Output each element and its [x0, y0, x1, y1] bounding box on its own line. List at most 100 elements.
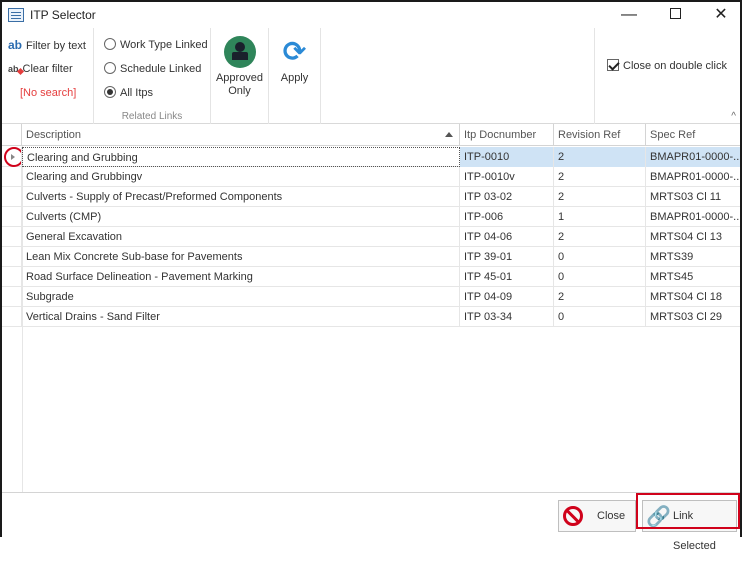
cell-description: Vertical Drains - Sand Filter — [22, 307, 460, 327]
table-row[interactable]: Vertical Drains - Sand Filter ITP 03-34 … — [2, 307, 740, 327]
cell-itp-docnumber: ITP-006 — [460, 207, 554, 227]
radio-work-type-linked[interactable]: Work Type Linked — [104, 35, 208, 55]
minimize-button[interactable]: — — [606, 2, 652, 28]
cell-revision-ref: 0 — [554, 267, 646, 287]
collapse-ribbon-icon[interactable]: ^ — [731, 111, 736, 122]
row-indicator — [2, 307, 22, 327]
highlight-box — [636, 493, 740, 529]
close-on-double-click-label: Close on double click — [623, 60, 727, 72]
row-indicator — [2, 247, 22, 267]
approved-only-label-line2: Only — [228, 85, 251, 97]
radio-button — [104, 62, 116, 75]
prohibited-icon — [563, 506, 583, 526]
cell-revision-ref: 2 — [554, 167, 646, 187]
cell-itp-docnumber: ITP 04-09 — [460, 287, 554, 307]
cell-spec-ref: MRTS04 Cl 13 — [650, 231, 722, 243]
clear-filter-icon: ab — [8, 64, 19, 74]
cell-itp-docnumber: ITP 03-02 — [460, 187, 554, 207]
grid-header: Description Itp Docnumber Revision Ref S… — [2, 124, 740, 146]
filter-group: ab Filter by text ab Clear filter [No sear… — [2, 28, 94, 124]
approved-only-label-line1: Approved — [215, 72, 264, 84]
table-row[interactable]: General Excavation ITP 04-06 2 MRTS04 Cl… — [2, 227, 740, 247]
cell-itp-docnumber: ITP 03-34 — [460, 307, 554, 327]
cell-spec-ref: BMAPR01-0000-... — [650, 211, 740, 223]
cell-itp-docnumber: ITP-0010 — [460, 147, 554, 167]
clear-filter-button[interactable]: ab Clear filter — [8, 59, 73, 79]
cell-itp-docnumber: ITP-0010v — [460, 167, 554, 187]
row-indicator — [2, 267, 22, 287]
dialog-footer: Close 🔗 Link Selected — [2, 492, 740, 552]
cell-revision-ref: 2 — [554, 287, 646, 307]
table-row[interactable]: Subgrade ITP 04-09 2 MRTS04 Cl 18 — [2, 287, 740, 307]
checkbox-checked — [607, 59, 619, 72]
ribbon: ab Filter by text ab Clear filter [No sear… — [2, 28, 740, 124]
cell-description: Clearing and Grubbingv — [22, 167, 460, 187]
table-row[interactable]: Lean Mix Concrete Sub-base for Pavements… — [2, 247, 740, 267]
table-row[interactable]: Clearing and Grubbingv ITP-0010v 2 BMAPR… — [2, 167, 740, 187]
cell-description: Culverts (CMP) — [22, 207, 460, 227]
close-button-label: Close — [597, 510, 626, 522]
row-indicator — [2, 207, 22, 227]
window-title: ITP Selector — [30, 8, 96, 22]
cell-description: General Excavation — [22, 227, 460, 247]
radio-schedule-linked[interactable]: Schedule Linked — [104, 59, 201, 79]
filter-by-text-label: Filter by text — [26, 40, 86, 52]
column-header-label: Description — [26, 129, 82, 141]
approved-only-button[interactable]: Approved Only — [211, 36, 268, 98]
search-status: [No search] — [20, 87, 77, 99]
table-row[interactable]: Culverts (CMP) ITP-006 1 BMAPR01-0000-..… — [2, 207, 740, 227]
itp-grid: Description Itp Docnumber Revision Ref S… — [2, 124, 740, 492]
radio-label: Schedule Linked — [120, 63, 202, 75]
radio-label: Work Type Linked — [120, 39, 208, 51]
close-window-button[interactable]: ✕ — [698, 2, 742, 28]
row-indicator — [2, 227, 22, 247]
cell-description: Subgrade — [22, 287, 460, 307]
table-row[interactable]: Culverts - Supply of Precast/Preformed C… — [2, 187, 740, 207]
column-header-description[interactable]: Description — [22, 124, 460, 146]
approved-only-group: Approved Only — [211, 28, 269, 124]
cell-description: Culverts - Supply of Precast/Preformed C… — [22, 187, 460, 207]
close-button[interactable]: Close — [558, 500, 636, 532]
cell-revision-ref: 2 — [554, 147, 646, 167]
title-bar: ITP Selector — ✕ — [2, 2, 740, 28]
column-header-spec-ref[interactable]: Spec Ref — [646, 124, 740, 146]
cell-itp-docnumber: ITP 04-06 — [460, 227, 554, 247]
close-on-double-click-checkbox[interactable]: Close on double click — [607, 59, 727, 72]
table-row[interactable]: Road Surface Delineation - Pavement Mark… — [2, 267, 740, 287]
cell-spec-ref: MRTS04 Cl 18 — [650, 291, 722, 303]
cell-itp-docnumber: ITP 45-01 — [460, 267, 554, 287]
cell-spec-ref: MRTS39 — [650, 251, 694, 263]
filter-text-icon: ab — [8, 38, 23, 52]
close-options-group: Close on double click ^ — [594, 28, 740, 124]
filter-by-text-button[interactable]: ab Filter by text — [8, 35, 86, 55]
apply-button[interactable]: ⟳ Apply — [269, 36, 320, 85]
cell-spec-ref: BMAPR01-0000-... — [646, 147, 740, 167]
table-row[interactable]: Clearing and Grubbing ITP-0010 2 BMAPR01… — [2, 147, 740, 167]
row-indicator — [2, 167, 22, 187]
column-header-revision-ref[interactable]: Revision Ref — [554, 124, 646, 146]
cell-revision-ref: 2 — [554, 187, 646, 207]
apply-group: ⟳ Apply — [269, 28, 321, 124]
apply-label: Apply — [280, 72, 309, 84]
refresh-icon: ⟳ — [282, 36, 307, 67]
cell-itp-docnumber: ITP 39-01 — [460, 247, 554, 267]
cell-spec-ref: BMAPR01-0000-... — [650, 171, 740, 183]
column-header-itp-docnumber[interactable]: Itp Docnumber — [460, 124, 554, 146]
related-links-group: Work Type Linked Schedule Linked All Itp… — [94, 28, 211, 124]
sort-ascending-icon — [445, 132, 453, 137]
cell-revision-ref: 0 — [554, 247, 646, 267]
row-indicator — [2, 147, 22, 167]
table-icon — [8, 8, 24, 22]
radio-label: All Itps — [120, 87, 154, 99]
cell-revision-ref: 2 — [554, 227, 646, 247]
header-row-indicator — [2, 124, 22, 146]
row-indicator — [2, 287, 22, 307]
group-caption: Related Links — [121, 111, 183, 122]
radio-all-itps[interactable]: All Itps — [104, 83, 153, 103]
stamp-icon — [223, 36, 256, 68]
itp-selector-window: ITP Selector — ✕ ab Filter by text ab Clea… — [0, 0, 742, 552]
maximize-icon — [669, 7, 681, 19]
maximize-button[interactable] — [652, 2, 698, 28]
cell-spec-ref: MRTS03 Cl 11 — [650, 191, 722, 203]
cell-revision-ref: 1 — [554, 207, 646, 227]
